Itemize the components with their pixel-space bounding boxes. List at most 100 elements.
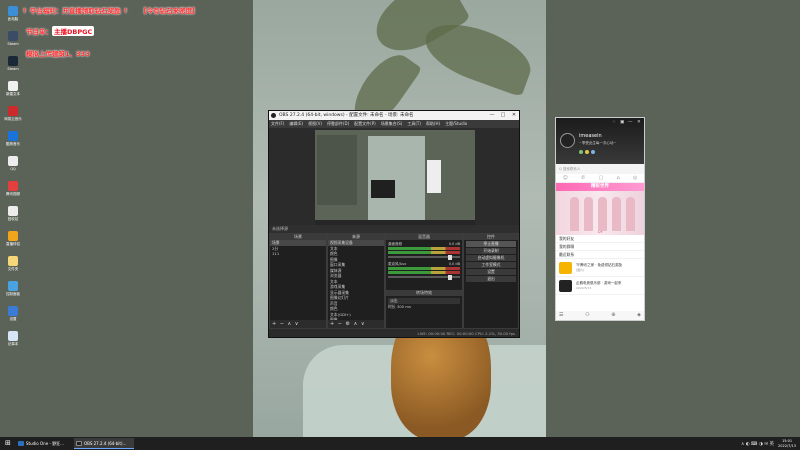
mixer-panel: 混音器 桌面音频 0.0 dB 麦克风/Aux 0.0 dB 转场特效 淡出 时… (385, 233, 463, 329)
desktop-icon[interactable]: 酷狗音乐 (3, 131, 23, 153)
menu-help[interactable]: 帮助(H) (426, 120, 440, 128)
obs-titlebar[interactable]: OBS 27.2.4 (64-bit, windows) - 配置文件: 未命名… (269, 111, 519, 120)
desktop-icon[interactable]: 文件夹 (3, 256, 23, 278)
obs-title-text: OBS 27.2.4 (64-bit, windows) - 配置文件: 未命名… (279, 113, 414, 118)
obs-preview-canvas[interactable] (315, 130, 475, 230)
desktop-icon[interactable]: 此电脑 (3, 6, 23, 28)
settings-button[interactable]: 设置 (466, 269, 516, 275)
sources-toolbar[interactable]: + − ⚙ ∧ ∨ (328, 320, 384, 328)
add-icon[interactable]: ⊕ (611, 311, 615, 320)
mixer-panel-title: 混音器 (386, 234, 462, 240)
menu-file[interactable]: 文件(F) (271, 120, 284, 128)
desktop-icon[interactable]: Steam (3, 56, 23, 78)
avatar (559, 280, 572, 292)
minimize-button[interactable]: — (628, 120, 633, 125)
app-icon (8, 181, 18, 191)
menu-docks[interactable]: 停靠部件(D) (327, 120, 349, 128)
desktop-icon-label: 新建文本 (6, 92, 20, 96)
desktop-icon[interactable]: 网易云音乐 (3, 106, 23, 128)
clock[interactable]: 15:01 2022/7/13 (778, 439, 796, 449)
controls-panel: 控件 停止直播 开始录制 启动虚拟摄像机 工作室模式 设置 退出 (463, 233, 519, 329)
desktop-icon[interactable]: 直播伴侣 (3, 231, 23, 253)
list-item[interactable]: TF腾讯之家 · 免费领钻石奖励 [图片] (556, 259, 644, 277)
qq-footer: ☰ ⚇ ⊕ ◈ (556, 311, 644, 320)
desktop-icon[interactable]: QQ (3, 156, 23, 178)
menu-view[interactable]: 视图(V) (308, 120, 322, 128)
volume-slider[interactable] (388, 254, 460, 260)
taskbar-item-studio-one[interactable]: Studio One - 野狂... (16, 438, 72, 449)
scenes-toolbar[interactable]: + − ∧ ∨ (270, 320, 326, 328)
desktop-icon-label: QQ (10, 167, 16, 171)
menu-scene-collection[interactable]: 场景集合(S) (381, 120, 403, 128)
tab-messages-icon[interactable]: ☺ (563, 175, 568, 181)
close-button[interactable]: ✕ (637, 120, 641, 125)
desktop-icon-label: Steam (7, 67, 19, 71)
desktop-icon[interactable]: 回收站 (3, 206, 23, 228)
desktop-icon[interactable]: Steam (3, 31, 23, 53)
desktop-icon-label: 酷狗音乐 (6, 142, 20, 146)
desktop-icon[interactable]: 控制面板 (3, 281, 23, 303)
user-name: imeasein (579, 133, 602, 139)
desktop-icon[interactable]: 腾讯视频 (3, 181, 23, 203)
scene-item[interactable]: 111 (270, 251, 326, 257)
group-recent[interactable]: 最近联系 (556, 251, 644, 259)
maximize-button[interactable]: □ (498, 111, 508, 120)
close-button[interactable]: ✕ (509, 111, 519, 120)
qq-search-input[interactable]: Q 搜索联系人 (556, 164, 644, 174)
minimize-button[interactable]: — (487, 111, 497, 120)
transition-duration[interactable]: 时长 300 ms (386, 304, 462, 310)
duration-value: 300 ms (396, 303, 411, 309)
taskbar-item-obs[interactable]: OBS 27.2.4 (64-bit)... (74, 438, 134, 449)
menu-tools[interactable]: 工具(T) (407, 120, 421, 128)
menu-profile[interactable]: 配置文件(P) (354, 120, 376, 128)
desktop-icon[interactable]: 记事本 (3, 331, 23, 353)
taskbar: ⊞ Studio One - 野狂... OBS 27.2.4 (64-bit)… (0, 437, 800, 450)
desktop-icon-label: 文件夹 (7, 267, 19, 271)
group-friends[interactable]: 我的好友 (556, 235, 644, 243)
track-name: 桌面音频 (388, 242, 402, 246)
settings-icon[interactable]: ▣ (620, 120, 624, 125)
obs-statusbar: LIVE: 00:00:00 REC: 00:00:00 CPU: 2.1%, … (269, 328, 519, 337)
studio-mode-button[interactable]: 工作室模式 (466, 262, 516, 268)
qq-banner-image[interactable]: 1/3 (556, 191, 644, 235)
user-signature[interactable]: ~享受此生每一次心动~ (579, 141, 616, 146)
skin-icon[interactable]: ♢ (612, 120, 616, 125)
desktop-icon[interactable]: 新建文本 (3, 81, 23, 103)
list-item[interactable]: 企鹅电竞俱乐部 · 游戏一起来 2022/5/13 (556, 277, 644, 295)
apps-icon[interactable]: ◈ (637, 311, 641, 320)
tab-home-icon[interactable]: ⌂ (617, 175, 620, 181)
volume-slider[interactable] (388, 274, 460, 280)
menu-icon[interactable]: ☰ (559, 311, 563, 320)
avatar[interactable] (560, 133, 575, 148)
obs-window[interactable]: OBS 27.2.4 (64-bit, windows) - 配置文件: 未命名… (268, 110, 520, 338)
virtual-camera-button[interactable]: 启动虚拟摄像机 (466, 255, 516, 261)
desktop-icon[interactable]: 设置 (3, 306, 23, 328)
controls-panel-title: 控件 (464, 234, 518, 240)
desktop-icon-label: 记事本 (7, 342, 19, 346)
tab-contacts-icon[interactable]: ✆ (581, 175, 585, 181)
tray-icons[interactable]: ∧ ◐ ⌨ ◑ ✉ 英 (741, 441, 774, 447)
start-recording-button[interactable]: 开始录制 (466, 248, 516, 254)
desktop-icon-label: 腾讯视频 (6, 192, 20, 196)
no-source-selected-label: 未选择源 (272, 226, 288, 231)
friends-icon[interactable]: ⚇ (585, 311, 589, 320)
overlay-line2-value: 主播DBPGC (52, 26, 95, 36)
menu-edit[interactable]: 编辑(E) (289, 120, 303, 128)
stop-streaming-button[interactable]: 停止直播 (466, 241, 516, 247)
status-icon (579, 150, 583, 154)
qq-tabs: ☺ ✆ ▢ ⌂ ◎ (556, 174, 644, 183)
clock-date: 2022/7/13 (778, 443, 796, 448)
menu-theme[interactable]: 主题/Studio (445, 120, 467, 128)
tab-space-icon[interactable]: ▢ (599, 175, 604, 181)
transition-title: 转场特效 (386, 290, 462, 296)
app-icon (8, 256, 18, 266)
qq-window[interactable]: ♢ ▣ — ✕ imeasein ~享受此生每一次心动~ Q 搜索联系人 ☺ ✆… (555, 117, 645, 321)
group-chats[interactable]: 我的群聊 (556, 243, 644, 251)
qq-banner-title[interactable]: 精彩世界 (556, 183, 644, 191)
start-button[interactable]: ⊞ (2, 438, 11, 449)
exit-button[interactable]: 退出 (466, 276, 516, 282)
app-icon (8, 331, 18, 341)
overlay-line1: ↑ 平台福利：开直播领取钻石奖励 ↑ (22, 7, 129, 15)
taskbar-item-label: Studio One - 野狂... (26, 441, 64, 446)
tab-explore-icon[interactable]: ◎ (633, 175, 637, 181)
